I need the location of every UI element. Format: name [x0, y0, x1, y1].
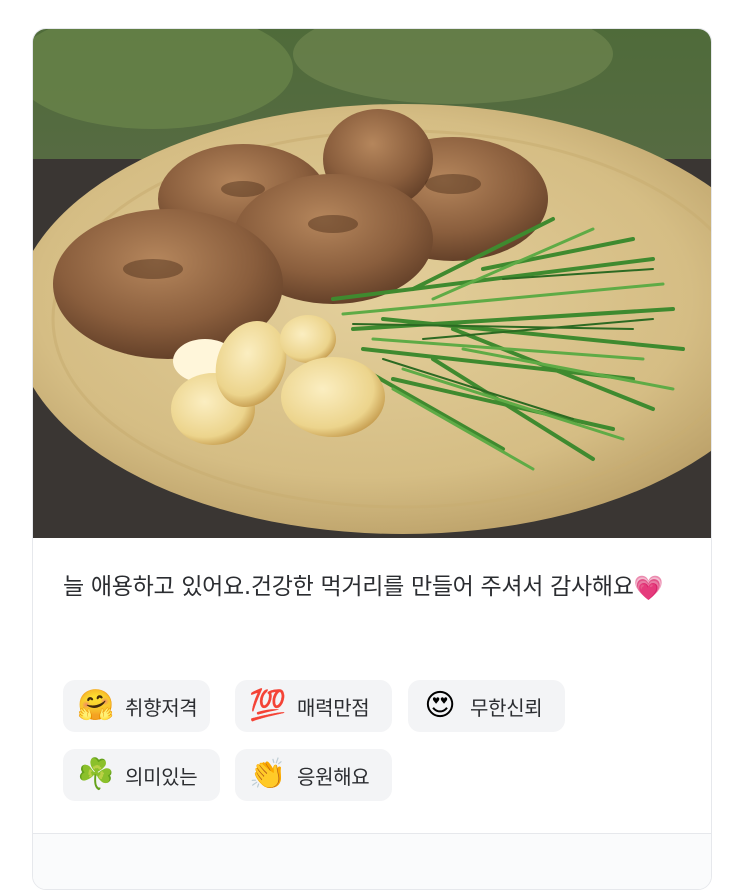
reaction-label: 매력만점: [297, 695, 370, 720]
hugging-face-icon: 🤗: [77, 688, 115, 723]
heart-eyes-icon: 😍: [424, 688, 456, 723]
heart-emoji: 💗: [633, 574, 664, 602]
reaction-chip-2[interactable]: 😍 무한신뢰: [408, 680, 565, 732]
reaction-label: 의미있는: [125, 764, 198, 789]
reaction-chip-4[interactable]: 👏 응원해요: [235, 749, 392, 801]
card-footer: [33, 834, 711, 889]
reaction-label: 취향저격: [125, 695, 198, 720]
hundred-points-icon: 💯: [249, 688, 287, 723]
review-card: 늘 애용하고 있어요.건강한 먹거리를 만들어 주셔서 감사해요💗 🤗 취향저격…: [32, 28, 712, 890]
reaction-chip-1[interactable]: 💯 매력만점: [235, 680, 392, 732]
reaction-label: 응원해요: [297, 764, 370, 789]
reaction-label: 무한신뢰: [470, 695, 543, 720]
shamrock-icon: ☘️: [77, 757, 115, 792]
reaction-chip-3[interactable]: ☘️ 의미있는: [63, 749, 220, 801]
clapping-hands-icon: 👏: [249, 757, 287, 792]
review-text: 늘 애용하고 있어요.건강한 먹거리를 만들어 주셔서 감사해요💗: [63, 567, 683, 608]
review-text-body: 늘 애용하고 있어요.건강한 먹거리를 만들어 주셔서 감사해요: [63, 574, 634, 600]
review-photo[interactable]: [33, 29, 711, 538]
reaction-chip-0[interactable]: 🤗 취향저격: [63, 680, 210, 732]
